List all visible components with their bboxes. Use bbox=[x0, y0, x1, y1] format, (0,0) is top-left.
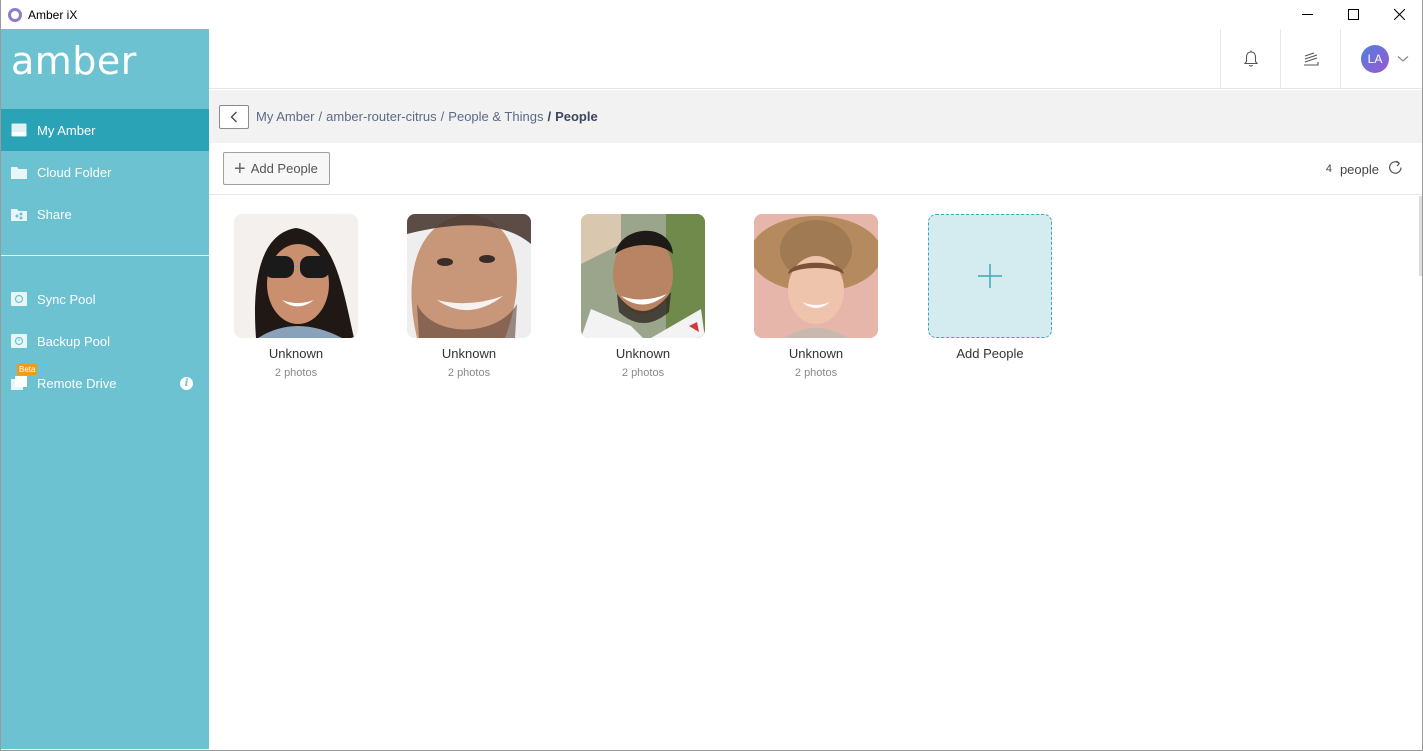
chevron-down-icon bbox=[1397, 56, 1409, 62]
sidebar-item-label: My Amber bbox=[37, 122, 96, 138]
add-people-tile[interactable]: Add People bbox=[928, 214, 1052, 361]
bell-icon bbox=[1243, 50, 1258, 67]
title-bar: Amber iX bbox=[1, 0, 1422, 29]
breadcrumb-bar: My Amber / amber-router-citrus / People & Th… bbox=[209, 90, 1422, 143]
plus-icon bbox=[978, 264, 1002, 288]
refresh-icon bbox=[1389, 160, 1402, 174]
sidebar-item-label: Sync Pool bbox=[37, 291, 96, 307]
window-title: Amber iX bbox=[28, 7, 78, 22]
user-menu-button[interactable]: LA bbox=[1340, 29, 1422, 89]
person-name: Unknown bbox=[788, 346, 844, 361]
app-window: Amber iX amber My Amber Cloud Folder Sha… bbox=[0, 0, 1423, 751]
person-photo-count: 2 photos bbox=[621, 367, 665, 379]
toolbar: + Add People 4 people bbox=[209, 143, 1422, 195]
person-card[interactable]: Unknown 2 photos bbox=[581, 214, 705, 379]
drive-icon bbox=[11, 123, 27, 137]
sidebar-item-cloud-folder[interactable]: Cloud Folder bbox=[1, 151, 209, 193]
maximize-button[interactable] bbox=[1330, 0, 1376, 29]
amber-logo: amber bbox=[11, 39, 137, 83]
people-count: 4 people bbox=[1326, 159, 1404, 179]
sidebar-item-label: Remote Drive bbox=[37, 375, 117, 391]
person-name: Unknown bbox=[441, 346, 497, 361]
share-icon bbox=[11, 207, 27, 221]
transfers-button[interactable] bbox=[1280, 29, 1340, 89]
notifications-button[interactable] bbox=[1220, 29, 1280, 89]
remote-drive-icon bbox=[11, 376, 27, 390]
person-photo bbox=[407, 214, 531, 338]
add-people-tile-box bbox=[928, 214, 1052, 338]
close-icon bbox=[1393, 9, 1405, 20]
back-button[interactable] bbox=[219, 104, 249, 129]
chevron-left-icon bbox=[230, 111, 237, 122]
person-card[interactable]: Unknown 2 photos bbox=[407, 214, 531, 379]
refresh-button[interactable] bbox=[1387, 159, 1404, 179]
person-card[interactable]: Unknown 2 photos bbox=[754, 214, 878, 379]
person-name: Unknown bbox=[615, 346, 671, 361]
backup-icon bbox=[11, 334, 27, 348]
person-photo bbox=[581, 214, 705, 338]
close-button[interactable] bbox=[1376, 0, 1422, 29]
breadcrumb-current: People bbox=[555, 109, 598, 124]
minimize-icon bbox=[1301, 14, 1313, 15]
sidebar-item-my-amber[interactable]: My Amber bbox=[1, 109, 209, 151]
person-photo-count: 2 photos bbox=[794, 367, 838, 379]
folder-icon bbox=[11, 165, 27, 179]
app-logo-icon bbox=[8, 7, 22, 22]
window-controls bbox=[1284, 0, 1422, 29]
sidebar: amber My Amber Cloud Folder Share Sync P… bbox=[1, 29, 209, 749]
person-photo-count: 2 photos bbox=[274, 367, 318, 379]
sidebar-item-share[interactable]: Share bbox=[1, 193, 209, 235]
avatar: LA bbox=[1361, 45, 1389, 73]
sidebar-item-label: Backup Pool bbox=[37, 333, 110, 349]
person-photo bbox=[754, 214, 878, 338]
add-people-label: Add People bbox=[250, 161, 318, 176]
minimize-button[interactable] bbox=[1284, 0, 1330, 29]
person-card[interactable]: Unknown 2 photos bbox=[234, 214, 358, 379]
breadcrumb-device[interactable]: amber-router-citrus bbox=[326, 109, 437, 124]
sync-icon bbox=[11, 292, 27, 306]
sidebar-item-label: Share bbox=[37, 206, 72, 222]
sidebar-item-label: Cloud Folder bbox=[37, 164, 112, 180]
person-photo-count: 2 photos bbox=[447, 367, 491, 379]
person-photo bbox=[234, 214, 358, 338]
sidebar-item-sync-pool[interactable]: Sync Pool bbox=[1, 278, 209, 320]
breadcrumb: My Amber / amber-router-citrus / People & Th… bbox=[256, 109, 598, 124]
breadcrumb-people-things[interactable]: People & Things bbox=[448, 109, 543, 124]
add-people-button[interactable]: + Add People bbox=[223, 152, 330, 185]
people-count-number: 4 bbox=[1325, 163, 1332, 175]
stack-icon bbox=[1303, 52, 1319, 66]
beta-badge: Beta bbox=[17, 364, 38, 375]
info-icon[interactable]: i bbox=[180, 376, 193, 390]
top-header: LA bbox=[209, 29, 1422, 89]
maximize-icon bbox=[1347, 9, 1359, 20]
person-name: Unknown bbox=[268, 346, 324, 361]
sidebar-item-backup-pool[interactable]: Backup Pool bbox=[1, 320, 209, 362]
plus-icon: + bbox=[234, 157, 246, 180]
sidebar-divider bbox=[1, 255, 209, 256]
people-count-label: people bbox=[1339, 161, 1379, 177]
add-people-tile-label: Add People bbox=[956, 346, 1024, 361]
scrollbar[interactable] bbox=[1419, 196, 1422, 276]
breadcrumb-my-amber[interactable]: My Amber bbox=[256, 109, 315, 124]
